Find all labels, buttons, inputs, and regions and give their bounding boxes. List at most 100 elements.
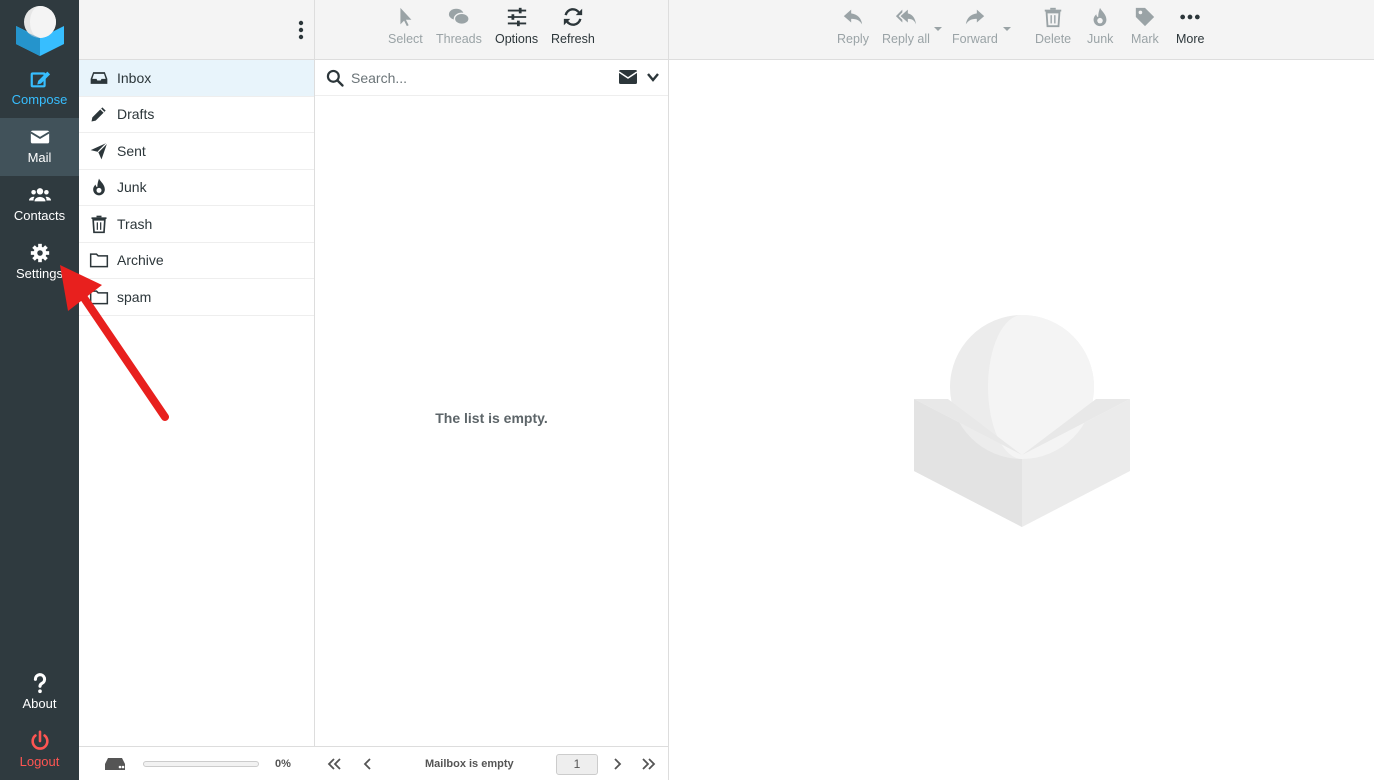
reply-button[interactable]: Reply [837, 6, 869, 46]
mark-button[interactable]: Mark [1131, 6, 1159, 46]
forward-label: Forward [952, 32, 998, 46]
junk-label: Junk [1087, 32, 1114, 46]
app-nav: Compose Mail Contacts Settings About Log… [0, 0, 79, 780]
envelope-icon[interactable] [618, 69, 638, 85]
inbox-icon [90, 71, 108, 84]
folder-label: Archive [117, 252, 164, 269]
nav-logout[interactable]: Logout [0, 722, 79, 780]
pencil-icon [91, 107, 106, 122]
nav-about[interactable]: About [0, 664, 79, 722]
roundcube-logo[interactable] [12, 4, 68, 56]
quota-bar: 0% [79, 746, 315, 780]
paper-plane-icon [90, 141, 108, 160]
search-input[interactable]: Search... [351, 70, 407, 86]
previous-page-icon[interactable] [360, 756, 376, 772]
kebab-menu-icon[interactable] [296, 20, 306, 40]
folder-inbox[interactable]: Inbox [79, 60, 314, 97]
threads-label: Threads [436, 32, 482, 46]
about-label: About [22, 696, 57, 711]
fire-icon [93, 178, 105, 196]
reply-all-label: Reply all [882, 32, 930, 46]
folder-pane: Inbox Drafts Sent Junk Trash Archive spa… [79, 0, 315, 780]
question-icon [33, 673, 46, 694]
fire-icon [1093, 7, 1107, 27]
more-button[interactable]: More [1176, 6, 1204, 46]
reply-icon [843, 9, 863, 25]
quota-percent: 0% [275, 757, 291, 770]
envelope-icon [29, 130, 50, 144]
reply-all-icon [895, 9, 917, 25]
folder-trash[interactable]: Trash [79, 206, 314, 243]
trash-icon [1044, 7, 1062, 28]
empty-list-message: The list is empty. [435, 410, 548, 426]
chevron-down-icon[interactable] [646, 70, 660, 84]
refresh-button[interactable]: Refresh [551, 6, 595, 46]
reply-all-button[interactable]: Reply all [882, 6, 930, 46]
sliders-icon [507, 7, 526, 27]
users-icon [28, 188, 51, 202]
quota-progress [143, 760, 259, 767]
refresh-label: Refresh [551, 32, 595, 46]
options-button[interactable]: Options [495, 6, 538, 46]
folder-sent[interactable]: Sent [79, 133, 314, 170]
reply-all-dropdown-caret[interactable] [934, 27, 942, 31]
folder-icon [89, 290, 109, 305]
message-list: Search... The list is empty. Mailbox is … [315, 60, 669, 780]
gear-icon [30, 243, 49, 263]
delete-label: Delete [1035, 32, 1072, 46]
settings-label: Settings [16, 266, 63, 281]
logout-label: Logout [19, 754, 60, 769]
hard-drive-icon [105, 757, 125, 770]
trash-icon [91, 215, 107, 233]
list-toolbar: Select Threads Options Refresh [315, 0, 669, 60]
folder-label: Junk [117, 179, 147, 196]
comments-icon [448, 8, 470, 26]
contacts-label: Contacts [13, 208, 66, 223]
mailbox-status: Mailbox is empty [425, 757, 514, 770]
compose-icon [30, 71, 50, 88]
forward-button[interactable]: Forward [952, 6, 998, 46]
folder-label: spam [117, 288, 152, 305]
nav-settings[interactable]: Settings [0, 234, 79, 292]
nav-contacts[interactable]: Contacts [0, 176, 79, 234]
more-label: More [1176, 32, 1205, 46]
roundcube-watermark-logo [914, 315, 1130, 527]
reply-label: Reply [837, 32, 869, 46]
threads-button[interactable]: Threads [436, 6, 482, 46]
refresh-icon [563, 8, 583, 26]
power-icon [30, 730, 49, 750]
junk-button[interactable]: Junk [1087, 6, 1113, 46]
ellipsis-icon [1180, 14, 1200, 20]
list-pager: Mailbox is empty 1 [315, 746, 669, 780]
search-icon [326, 69, 344, 87]
pointer-icon [400, 7, 412, 27]
folder-label: Inbox [117, 69, 152, 86]
nav-mail[interactable]: Mail [0, 118, 79, 176]
options-label: Options [495, 32, 539, 46]
compose-button[interactable]: Compose [0, 62, 79, 120]
forward-icon [965, 9, 985, 25]
last-page-icon[interactable] [641, 756, 657, 772]
mail-label: Mail [27, 150, 52, 165]
first-page-icon[interactable] [326, 756, 342, 772]
tag-icon [1135, 7, 1155, 27]
select-label: Select [388, 32, 423, 46]
folder-junk[interactable]: Junk [79, 170, 314, 206]
next-page-icon[interactable] [609, 756, 625, 772]
folder-label: Drafts [117, 106, 155, 123]
forward-dropdown-caret[interactable] [1003, 27, 1011, 31]
folder-spam[interactable]: spam [79, 279, 314, 316]
page-number-input[interactable]: 1 [556, 754, 598, 775]
folder-drafts[interactable]: Drafts [79, 97, 314, 133]
delete-button[interactable]: Delete [1035, 6, 1071, 46]
select-button[interactable]: Select [388, 6, 423, 46]
folder-label: Trash [117, 215, 153, 232]
mark-label: Mark [1131, 32, 1159, 46]
compose-label: Compose [11, 92, 68, 107]
search-bar[interactable]: Search... [315, 60, 668, 96]
message-toolbar: Reply Reply all Forward Delete Junk Mark… [669, 0, 1374, 60]
folder-label: Sent [117, 142, 146, 159]
folder-archive[interactable]: Archive [79, 243, 314, 279]
folder-pane-header [79, 0, 314, 60]
folder-icon [89, 253, 109, 268]
